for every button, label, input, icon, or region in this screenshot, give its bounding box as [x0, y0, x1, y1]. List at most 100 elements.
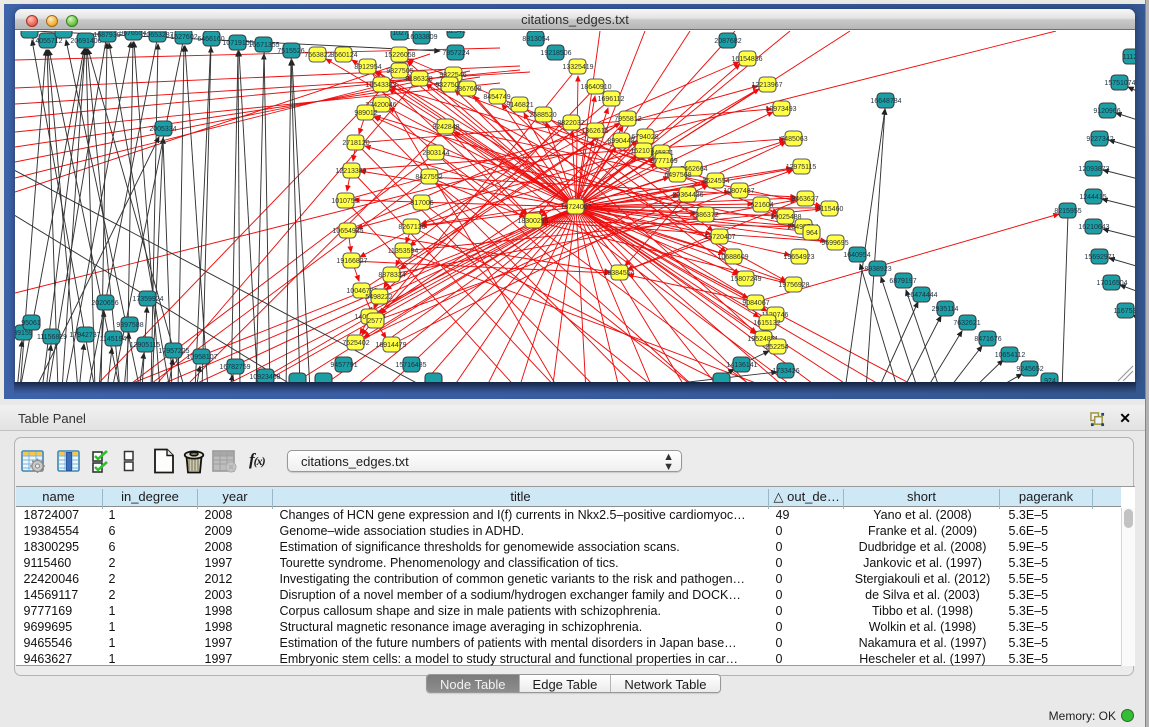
- svg-text:16648784: 16648784: [870, 98, 901, 105]
- svg-text:10688609: 10688609: [717, 254, 748, 261]
- svg-text:14055712: 14055712: [31, 38, 62, 45]
- svg-text:15226058: 15226058: [384, 52, 415, 59]
- svg-text:1145194: 1145194: [100, 336, 127, 343]
- svg-text:7485063: 7485063: [780, 136, 807, 143]
- svg-text:9227342: 9227342: [1086, 136, 1113, 143]
- svg-text:14136141: 14136141: [726, 362, 757, 369]
- svg-text:2803144: 2803144: [422, 150, 449, 157]
- svg-text:12213389: 12213389: [335, 168, 366, 175]
- svg-text:8427552: 8427552: [415, 174, 442, 181]
- svg-text:17359924: 17359924: [132, 296, 163, 303]
- svg-text:9115460: 9115460: [817, 206, 844, 213]
- svg-text:10543382: 10543382: [365, 82, 396, 89]
- svg-text:95061: 95061: [21, 320, 41, 327]
- svg-text:20691406: 20691406: [70, 38, 101, 45]
- svg-text:19218506: 19218506: [540, 50, 571, 57]
- svg-text:18300295: 18300295: [517, 218, 548, 225]
- svg-text:10654925: 10654925: [332, 228, 363, 235]
- svg-text:10654112: 10654112: [995, 352, 1026, 359]
- svg-text:7515526: 7515526: [277, 48, 304, 55]
- svg-text:39159: 39159: [15, 330, 33, 337]
- svg-text:9120966: 9120966: [1093, 108, 1120, 115]
- svg-text:12093873: 12093873: [1078, 166, 1109, 173]
- svg-text:2367608: 2367608: [454, 86, 481, 93]
- svg-text:8938923: 8938923: [864, 266, 891, 273]
- svg-text:9146821: 9146821: [506, 102, 533, 109]
- svg-text:17016504: 17016504: [1096, 280, 1127, 287]
- svg-text:12213967: 12213967: [751, 82, 782, 89]
- svg-text:8454749: 8454749: [483, 94, 510, 101]
- svg-text:989012: 989012: [354, 110, 377, 117]
- svg-text:82541: 82541: [446, 31, 466, 35]
- svg-text:10973493: 10973493: [765, 106, 796, 113]
- svg-text:964: 964: [806, 230, 818, 237]
- svg-text:11123: 11123: [1123, 54, 1135, 61]
- svg-text:19756928: 19756928: [778, 282, 809, 289]
- svg-text:10653287: 10653287: [142, 32, 173, 39]
- svg-text:9699695: 9699695: [821, 240, 848, 247]
- svg-text:16210643: 16210643: [1078, 224, 1109, 231]
- svg-text:10807487: 10807487: [723, 188, 754, 195]
- svg-text:1244415: 1244415: [1079, 194, 1106, 201]
- svg-text:16782759: 16782759: [219, 364, 250, 371]
- svg-text:12905115: 12905115: [130, 342, 161, 349]
- svg-text:16154836: 16154836: [731, 56, 762, 63]
- svg-text:17957225: 17957225: [158, 348, 189, 355]
- svg-text:19166827: 19166827: [336, 258, 367, 265]
- svg-text:2577: 2577: [367, 318, 383, 325]
- svg-text:15751074: 15751074: [1104, 80, 1135, 87]
- svg-text:15716485: 15716485: [395, 362, 426, 369]
- svg-text:2935114: 2935114: [932, 306, 959, 313]
- svg-text:9777169: 9777169: [650, 158, 677, 165]
- svg-text:817006: 817006: [410, 200, 433, 207]
- svg-text:10923468: 10923468: [249, 374, 280, 381]
- svg-text:7857224: 7857224: [442, 50, 469, 57]
- svg-text:15692971: 15692971: [1084, 254, 1115, 261]
- svg-text:18724007: 18724007: [560, 204, 591, 211]
- svg-text:9397588: 9397588: [116, 322, 143, 329]
- svg-text:18640910: 18640910: [580, 84, 611, 91]
- svg-text:5498222: 5498222: [365, 294, 392, 301]
- svg-text:8267130: 8267130: [398, 224, 425, 231]
- svg-text:8912954: 8912954: [354, 64, 381, 71]
- svg-text:9463627: 9463627: [791, 196, 818, 203]
- svg-text:2588520: 2588520: [529, 112, 556, 119]
- svg-text:1362615: 1362615: [581, 128, 608, 135]
- svg-text:116753: 116753: [1114, 308, 1135, 315]
- svg-text:7663822: 7663822: [304, 52, 331, 59]
- svg-text:621604: 621604: [750, 202, 773, 209]
- svg-text:252254: 252254: [765, 344, 788, 351]
- svg-text:924: 924: [1044, 378, 1056, 382]
- svg-text:13325419: 13325419: [562, 64, 593, 71]
- svg-text:7625402: 7625402: [342, 340, 369, 347]
- svg-text:16033809: 16033809: [406, 34, 437, 41]
- svg-text:7632621: 7632621: [953, 320, 980, 327]
- svg-text:15807249: 15807249: [730, 276, 761, 283]
- svg-text:9242848: 9242848: [432, 124, 459, 131]
- svg-text:8471676: 8471676: [974, 336, 1001, 343]
- svg-text:7386372: 7386372: [691, 212, 718, 219]
- svg-text:20364436: 20364436: [672, 192, 703, 199]
- svg-text:6879197: 6879197: [889, 278, 916, 285]
- svg-text:3624554: 3624554: [702, 178, 729, 185]
- svg-text:6794028: 6794028: [631, 134, 658, 141]
- svg-text:2005334: 2005334: [149, 126, 176, 133]
- svg-text:7955812: 7955812: [614, 116, 641, 123]
- svg-text:2020656: 2020656: [91, 300, 118, 307]
- svg-text:15720407: 15720407: [704, 234, 735, 241]
- svg-text:17942737: 17942737: [69, 332, 100, 339]
- svg-text:11353594: 11353594: [388, 248, 419, 255]
- svg-text:1696112: 1696112: [598, 96, 625, 103]
- svg-text:2718120: 2718120: [342, 140, 369, 147]
- svg-text:6466160: 6466160: [197, 36, 224, 43]
- svg-text:1733426: 1733426: [772, 368, 799, 375]
- svg-text:19384554: 19384554: [603, 270, 634, 277]
- svg-text:2087682: 2087682: [714, 38, 741, 45]
- svg-text:11156829: 11156829: [37, 334, 67, 341]
- svg-text:9457791: 9457791: [330, 362, 357, 369]
- svg-text:1640954: 1640954: [843, 252, 870, 259]
- svg-text:6497568: 6497568: [664, 172, 691, 179]
- svg-text:12975115: 12975115: [786, 164, 817, 171]
- svg-text:8813054: 8813054: [522, 36, 549, 43]
- svg-text:8878334: 8878334: [378, 272, 405, 279]
